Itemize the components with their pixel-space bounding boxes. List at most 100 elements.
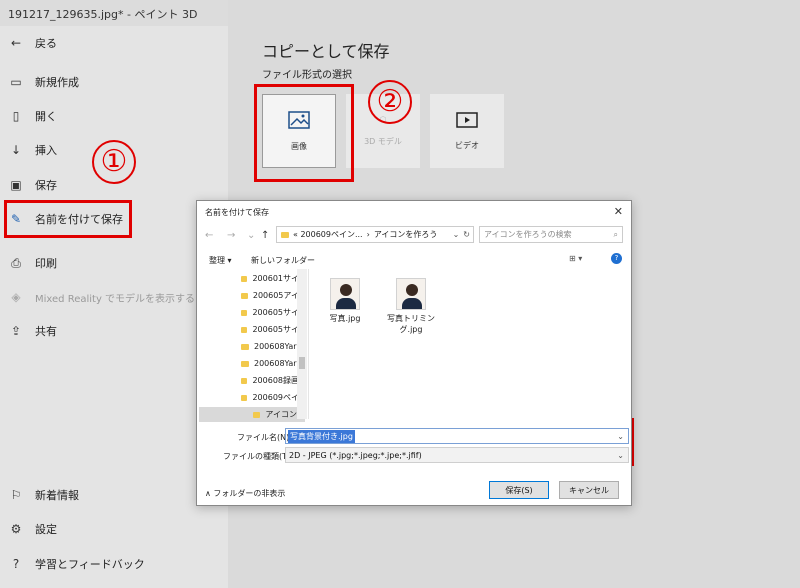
file-thumbnail <box>396 278 426 310</box>
file-thumbnail <box>330 278 360 310</box>
save-button[interactable]: 保存(S) <box>489 481 549 499</box>
back-arrow-icon: ← <box>10 36 22 50</box>
file-name: 写真トリミング.jpg <box>387 314 435 334</box>
folder-icon <box>241 275 248 282</box>
annotation-number-1: ① <box>92 140 136 184</box>
tree-item[interactable]: 200609ペイ <box>241 390 299 405</box>
folder-icon <box>241 343 249 350</box>
refresh-icon[interactable]: ↻ <box>463 230 473 239</box>
sidebar-item-settings[interactable]: ⚙ 設定 <box>0 514 228 544</box>
help-icon[interactable]: ? <box>611 253 622 264</box>
tree-item[interactable]: 200605サイ <box>241 305 299 320</box>
tree-scrollbar[interactable] <box>297 269 307 419</box>
dialog-title: 名前を付けて保存 <box>205 208 269 217</box>
tree-item-selected[interactable]: アイコンを <box>199 407 305 422</box>
sidebar-item-label: 新着情報 <box>35 489 79 502</box>
save-as-dialog: 名前を付けて保存 ✕ ← → ⌄ ↑ « 200609ペイン... › アイコン… <box>196 200 632 506</box>
settings-icon: ⚙ <box>10 522 22 536</box>
filename-input[interactable]: 写真背景付き.jpg ⌄ <box>285 428 629 444</box>
insert-icon: ↓ <box>10 143 22 157</box>
tree-item[interactable]: 200608録画 <box>241 373 299 388</box>
dialog-close-icon[interactable]: ✕ <box>614 205 623 218</box>
sidebar-item-share[interactable]: ⇪ 共有 <box>0 316 228 346</box>
tree-item-label: 200608Yar <box>254 359 297 368</box>
file-item[interactable]: 写真トリミング.jpg <box>381 278 441 335</box>
sidebar-item-label: 保存 <box>35 179 57 192</box>
tree-item[interactable]: 200608Yar <box>241 339 299 354</box>
chevron-down-icon[interactable]: ⌄ <box>453 230 460 239</box>
new-folder-button[interactable]: 新しいフォルダー <box>251 255 315 266</box>
sidebar-item-print[interactable]: ⎙ 印刷 <box>0 248 228 278</box>
highlight-image-format <box>254 84 354 182</box>
search-input[interactable]: アイコンを作ろうの検索 ⌕ <box>479 226 623 243</box>
sidebar-item-label: 共有 <box>35 325 57 338</box>
forward-arrow-icon[interactable]: → <box>227 230 235 241</box>
window-title: 191217_129635.jpg* - ペイント 3D <box>8 8 198 21</box>
folder-icon <box>241 394 248 401</box>
view-options-icon[interactable]: ⊞ ▾ <box>569 254 582 263</box>
sidebar-item-label: 開く <box>35 110 57 123</box>
recent-dropdown-icon[interactable]: ⌄ <box>247 230 255 241</box>
sidebar-item-whats-new[interactable]: ⚐ 新着情報 <box>0 480 228 510</box>
filetype-select[interactable]: 2D - JPEG (*.jpg;*.jpeg;*.jpe;*.jfif) ⌄ <box>285 447 629 463</box>
page-title: コピーとして保存 <box>262 42 390 61</box>
video-icon <box>456 111 478 128</box>
up-arrow-icon[interactable]: ↑ <box>261 230 269 241</box>
folder-icon <box>241 360 249 367</box>
search-icon: ⌕ <box>613 229 618 239</box>
back-arrow-icon[interactable]: ← <box>205 230 213 241</box>
folder-icon <box>253 411 261 418</box>
print-icon: ⎙ <box>11 255 21 270</box>
tree-item[interactable]: 200608Yar <box>241 356 299 371</box>
folder-icon <box>241 326 248 333</box>
tree-item-label: 200609ペイ <box>252 393 299 402</box>
chevron-up-icon: ∧ <box>205 489 211 498</box>
save-icon: ▣ <box>10 178 22 192</box>
sidebar-item-new[interactable]: ▭ 新規作成 <box>0 67 228 97</box>
dialog-toolbar: 整理 ▾ 新しいフォルダー ⊞ ▾ ? <box>197 251 631 267</box>
tree-item-label: 200605サイ <box>252 308 299 317</box>
scrollbar-thumb[interactable] <box>299 357 305 369</box>
file-name: 写真.jpg <box>329 314 361 323</box>
sidebar-item-mixed-reality: ◈ Mixed Reality でモデルを表示する <box>0 282 228 312</box>
hide-folders-label: フォルダーの非表示 <box>213 489 286 498</box>
sidebar-item-label: 設定 <box>35 523 57 536</box>
sidebar: ← 戻る ▭ 新規作成 ▯ 開く ↓ 挿入 ▣ 保存 ✎ 名前を付けて保存 ⎙ 印刷 ◈ Mix… <box>0 26 228 588</box>
breadcrumb-parent[interactable]: « 200609ペイン... <box>293 229 363 240</box>
filetype-label: ファイルの種類(T): <box>223 452 293 461</box>
tree-item[interactable]: 200605サイ <box>241 322 299 337</box>
filename-label: ファイル名(N): <box>237 433 292 442</box>
format-video-button[interactable]: ビデオ <box>430 94 504 168</box>
new-file-icon: ▭ <box>10 75 22 89</box>
format-label: 3D モデル <box>364 137 402 146</box>
chevron-down-icon: ⌄ <box>617 450 624 460</box>
search-placeholder: アイコンを作ろうの検索 <box>484 230 572 239</box>
open-file-icon: ▯ <box>12 109 20 123</box>
breadcrumb-separator-icon: › <box>366 230 370 239</box>
address-bar[interactable]: « 200609ペイン... › アイコンを作ろう ⌄ ↻ <box>276 226 474 243</box>
folder-icon <box>241 292 248 299</box>
sidebar-item-label: 挿入 <box>35 144 57 157</box>
organize-button[interactable]: 整理 ▾ <box>209 255 232 266</box>
help-icon: ? <box>12 557 20 571</box>
chevron-down-icon[interactable]: ⌄ <box>617 432 624 441</box>
filename-value: 写真背景付き.jpg <box>288 429 355 443</box>
cancel-button[interactable]: キャンセル <box>559 481 619 499</box>
share-icon: ⇪ <box>10 324 22 338</box>
back-button[interactable]: ← 戻る <box>0 28 228 58</box>
format-section-title: ファイル形式の選択 <box>262 70 352 81</box>
tree-item-label: 200605アイ <box>252 291 299 300</box>
tree-item-label: 200608録画 <box>252 376 299 385</box>
annotation-number-2: ② <box>368 80 412 124</box>
sidebar-item-help[interactable]: ? 学習とフィードバック <box>0 549 228 579</box>
hide-folders-toggle[interactable]: ∧ フォルダーの非表示 <box>205 488 285 499</box>
sidebar-item-label: 学習とフィードバック <box>35 558 145 571</box>
file-item[interactable]: 写真.jpg <box>315 278 375 324</box>
whats-new-icon: ⚐ <box>10 488 22 502</box>
sidebar-item-open[interactable]: ▯ 開く <box>0 101 228 131</box>
tree-item[interactable]: 200601サイ <box>241 271 299 286</box>
breadcrumb-current[interactable]: アイコンを作ろう <box>374 229 438 240</box>
folder-icon <box>241 377 248 384</box>
tree-item[interactable]: 200605アイ <box>241 288 299 303</box>
tree-item-label: 200601サイ <box>252 274 299 283</box>
